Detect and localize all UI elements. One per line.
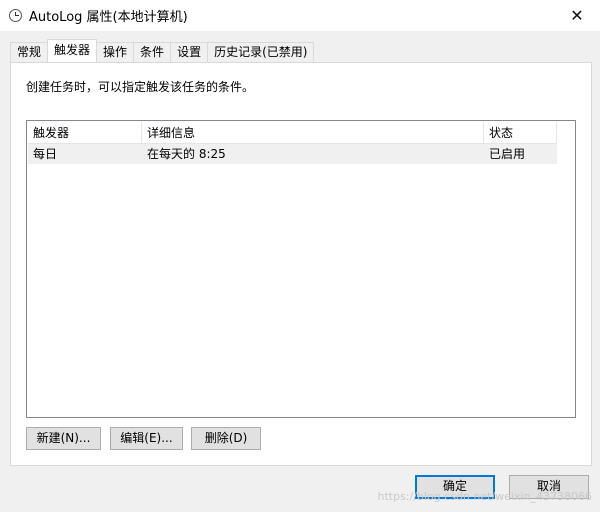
column-header-status[interactable]: 状态	[484, 122, 557, 144]
window-title: AutoLog 属性(本地计算机)	[29, 10, 188, 25]
column-header-trigger[interactable]: 触发器	[28, 122, 142, 144]
tab-settings[interactable]: 设置	[170, 42, 209, 62]
tab-history[interactable]: 历史记录(已禁用)	[207, 42, 315, 62]
tab-conditions[interactable]: 条件	[133, 42, 172, 62]
triggers-panel: 创建任务时，可以指定触发该任务的条件。 触发器 详细信息 状态 每日 在每天的 …	[10, 62, 592, 466]
edit-trigger-button[interactable]: 编辑(E)...	[110, 427, 183, 450]
close-icon: ✕	[570, 6, 584, 25]
watermark: https://blog.csdn.net/weixin_43738066	[377, 490, 592, 503]
tab-strip: 常规 触发器 操作 条件 设置 历史记录(已禁用)	[10, 39, 315, 62]
triggers-list[interactable]: 触发器 详细信息 状态 每日 在每天的 8:25 已启用	[26, 120, 576, 418]
list-header: 触发器 详细信息 状态	[28, 122, 557, 144]
tab-triggers[interactable]: 触发器	[47, 39, 98, 62]
trigger-cell: 每日	[33, 147, 58, 161]
clock-icon	[9, 9, 22, 22]
new-trigger-button[interactable]: 新建(N)...	[26, 427, 101, 450]
status-cell: 已启用	[489, 147, 526, 161]
table-row[interactable]: 每日 在每天的 8:25 已启用	[28, 144, 557, 164]
column-header-details[interactable]: 详细信息	[142, 122, 484, 144]
details-cell: 在每天的 8:25	[147, 147, 226, 161]
tab-general[interactable]: 常规	[10, 42, 49, 62]
tab-actions[interactable]: 操作	[96, 42, 135, 62]
close-button[interactable]: ✕	[554, 0, 600, 31]
delete-trigger-button[interactable]: 删除(D)	[191, 427, 261, 450]
triggers-description: 创建任务时，可以指定触发该任务的条件。	[26, 80, 255, 94]
title-bar: AutoLog 属性(本地计算机) ✕	[0, 0, 600, 31]
